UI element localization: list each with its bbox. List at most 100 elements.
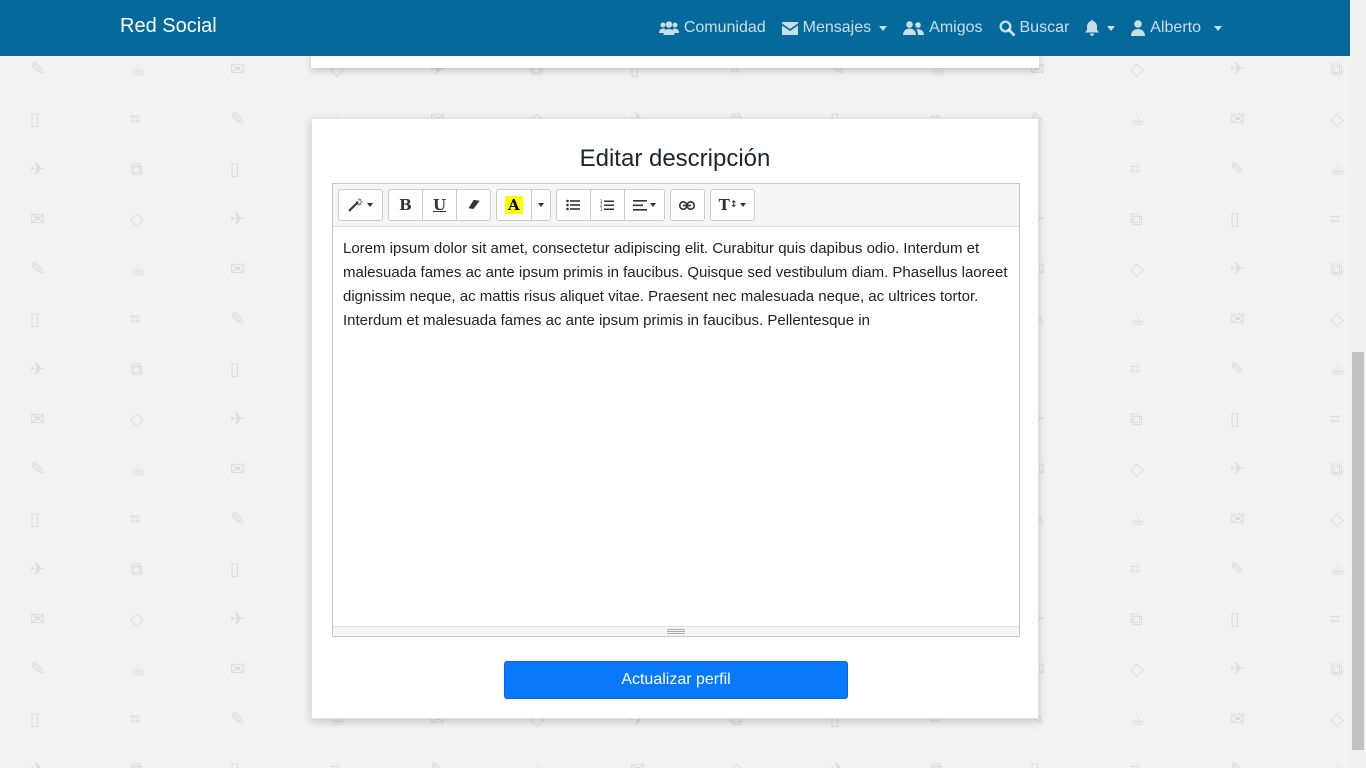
highlight-a: A: [505, 196, 523, 214]
ordered-list-button[interactable]: 1 2 3: [589, 189, 625, 221]
nav-items: Comunidad Mensajes Amigos Buscar Alberto: [658, 0, 1222, 56]
pattern-icon: ✉: [30, 409, 46, 429]
nav-item-mensajes[interactable]: Mensajes: [781, 19, 888, 37]
pattern-icon: ✉: [1230, 709, 1246, 729]
align-icon: [632, 199, 647, 211]
pattern-icon: ✎: [30, 259, 46, 279]
pattern-icon: ☕: [130, 659, 147, 679]
pattern-icon: ◇: [130, 409, 144, 429]
color-dropdown-button[interactable]: [530, 189, 551, 221]
pattern-icon: ◇: [730, 760, 744, 768]
navbar: Red Social Comunidad Mensajes Amigos Bus…: [0, 0, 1350, 56]
pattern-icon: ▯: [30, 309, 40, 329]
pattern-icon: ⧉: [130, 760, 143, 768]
scrollbar[interactable]: [1350, 0, 1366, 768]
nav-item-notifications[interactable]: [1085, 20, 1116, 36]
pattern-icon: ✈: [1230, 59, 1246, 79]
pattern-icon: ◇: [1130, 459, 1144, 479]
unordered-list-button[interactable]: [555, 189, 591, 221]
pattern-icon: ✈: [30, 159, 46, 179]
line-height-button[interactable]: T ↕: [709, 189, 756, 221]
bold-button[interactable]: B: [388, 189, 423, 221]
brand-logo[interactable]: Red Social: [120, 15, 217, 38]
pattern-icon: ◇: [1130, 59, 1144, 79]
caret-down-icon: [1214, 25, 1222, 31]
ordered-list-icon: 1 2 3: [600, 199, 615, 212]
pattern-icon: ⌗: [1130, 559, 1141, 579]
pattern-icon: ✉: [230, 459, 246, 479]
style-group: [338, 189, 383, 221]
pattern-icon: ⧉: [130, 159, 143, 179]
pattern-icon: ◇: [1130, 659, 1144, 679]
underline-label: U: [432, 196, 447, 214]
pattern-icon: ✎: [230, 109, 246, 129]
pattern-icon: ⧉: [1330, 59, 1343, 79]
color-button[interactable]: A: [496, 189, 532, 221]
pattern-icon: ✎: [30, 59, 46, 79]
pattern-icon: ◇: [1330, 309, 1344, 329]
nav-item-label: Mensajes: [802, 19, 872, 36]
pattern-icon: ✉: [1230, 509, 1246, 529]
pattern-icon: ⧉: [1130, 409, 1143, 429]
pattern-icon: ✉: [30, 609, 46, 629]
pattern-icon: ⧉: [1130, 609, 1143, 629]
users-icon: [658, 21, 679, 35]
pattern-icon: ▯: [1230, 609, 1240, 629]
pattern-icon: ⌗: [1130, 159, 1141, 179]
pattern-icon: ⌗: [130, 509, 141, 529]
nav-item-comunidad[interactable]: Comunidad: [658, 19, 766, 37]
pattern-icon: ⌗: [130, 709, 141, 729]
style-button[interactable]: [338, 189, 383, 221]
eraser-icon: [467, 199, 480, 209]
pattern-icon: ◇: [130, 609, 144, 629]
card-title: Editar descripción: [579, 145, 771, 172]
nav-item-amigos[interactable]: Amigos: [903, 19, 983, 37]
pattern-icon: ⧉: [1330, 259, 1343, 279]
pattern-icon: ⌗: [1330, 209, 1341, 229]
pattern-icon: ⧉: [130, 559, 143, 579]
nav-item-label: Comunidad: [683, 19, 766, 36]
pattern-icon: ☕: [1330, 359, 1347, 379]
pattern-icon: ✈: [230, 209, 246, 229]
clear-format-button[interactable]: [456, 189, 491, 221]
caret-down-icon: [879, 25, 888, 31]
resize-grip-icon: [667, 629, 685, 634]
nav-item-user[interactable]: Alberto: [1131, 19, 1222, 37]
search-icon: [998, 20, 1015, 36]
editor-resize-handle[interactable]: [333, 626, 1019, 636]
pattern-icon: ▯: [1230, 409, 1240, 429]
pattern-icon: ☕: [130, 59, 147, 79]
rich-text-editor: B U A 1 2 3 T ↕ Lorem ipsum dolor sit am…: [332, 183, 1020, 637]
link-button[interactable]: [669, 189, 705, 221]
pattern-icon: ▯: [1030, 760, 1040, 768]
pattern-icon: ✉: [230, 259, 246, 279]
pattern-icon: ◇: [1330, 509, 1344, 529]
caret-down-icon: [537, 203, 544, 207]
pattern-icon: ◇: [1330, 709, 1344, 729]
pattern-icon: ✎: [1230, 159, 1246, 179]
pattern-icon: ✎: [1230, 760, 1245, 768]
align-button[interactable]: [623, 189, 665, 221]
line-height-label: T: [718, 196, 730, 214]
pattern-icon: ✎: [30, 459, 46, 479]
magic-wand-icon: [348, 198, 363, 212]
pattern-icon: ▯: [30, 509, 40, 529]
pattern-icon: ✉: [230, 659, 246, 679]
underline-button[interactable]: U: [422, 189, 457, 221]
user-icon: [1131, 20, 1146, 36]
pattern-icon: ☕: [1330, 559, 1347, 579]
editor-content-area[interactable]: Lorem ipsum dolor sit amet, consectetur …: [333, 227, 1019, 627]
scrollbar-thumb[interactable]: [1352, 352, 1364, 750]
pattern-icon: ✈: [30, 760, 45, 768]
edit-description-card: Editar descripción B U A 1 2 3 T ↕ Lorem…: [311, 118, 1039, 719]
pattern-icon: ✉: [1230, 309, 1246, 329]
pattern-icon: ✎: [30, 659, 46, 679]
line-height-arrows-icon: ↕: [729, 200, 738, 210]
pattern-icon: ◇: [130, 209, 144, 229]
update-profile-button[interactable]: Actualizar perfil: [504, 661, 848, 699]
pattern-icon: ⌗: [130, 109, 141, 129]
pattern-icon: ✎: [1230, 359, 1246, 379]
nav-item-buscar[interactable]: Buscar: [998, 19, 1069, 37]
insert-group: [669, 189, 705, 221]
pattern-icon: ⧉: [130, 359, 143, 379]
